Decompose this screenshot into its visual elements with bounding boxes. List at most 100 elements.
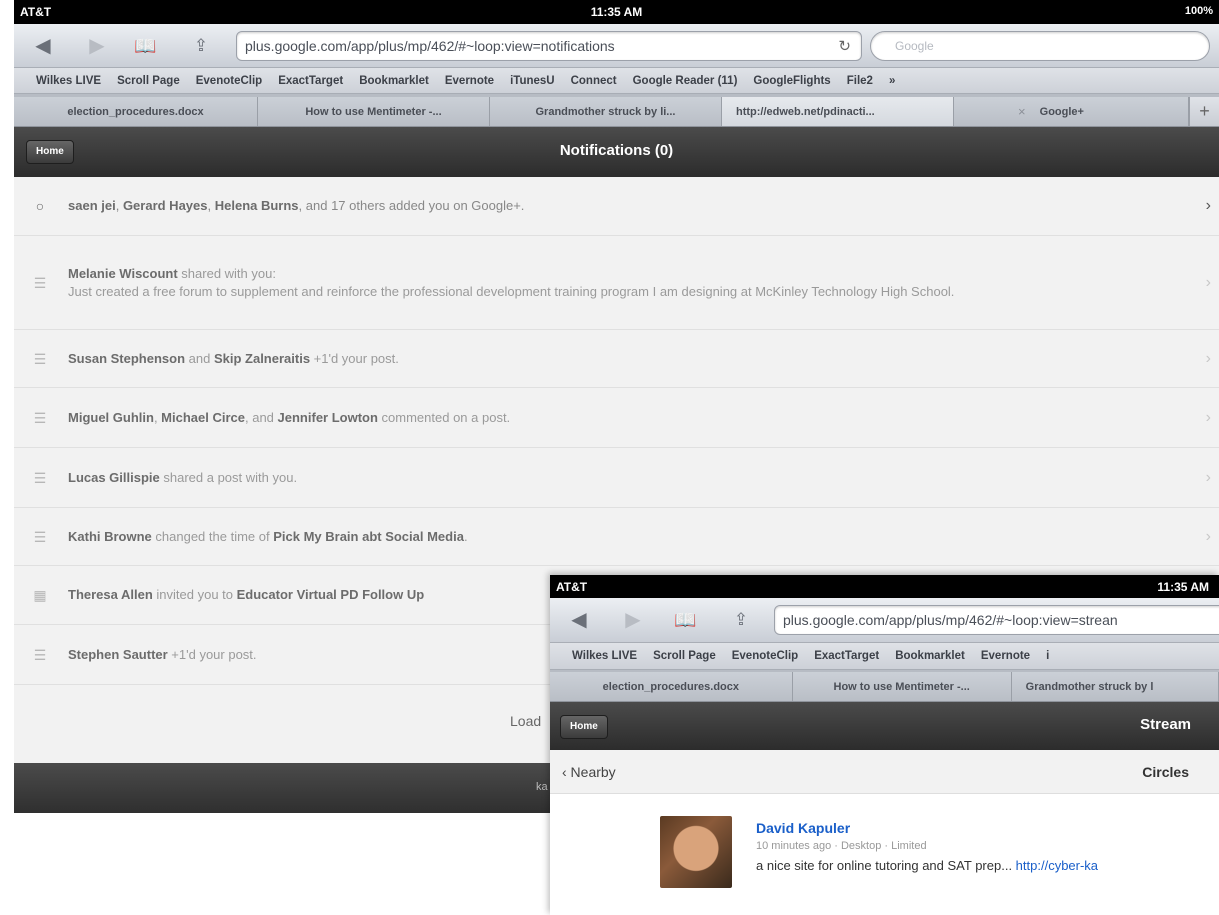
- bookmark-item[interactable]: i: [1038, 650, 1057, 662]
- tab-google-plus[interactable]: × Google+: [954, 97, 1189, 126]
- search-field[interactable]: Google: [870, 31, 1210, 61]
- clock: 11:35 AM: [590, 5, 643, 19]
- reload-icon[interactable]: ↻: [838, 37, 851, 55]
- notification-item[interactable]: ○ saen jei, Gerard Hayes, Helena Burns, …: [14, 177, 1219, 236]
- post-meta: 10 minutes ago · Desktop · Limited: [756, 840, 927, 852]
- tab-election-procedures[interactable]: election_procedures.docx: [14, 97, 258, 126]
- nearby-link[interactable]: ‹ Nearby: [562, 764, 616, 780]
- bookmark-item[interactable]: Bookmarklet: [351, 75, 437, 87]
- notification-text: saen jei, Gerard Hayes, Helena Burns, an…: [68, 198, 525, 213]
- bookmark-item[interactable]: iTunesU: [502, 75, 563, 87]
- tab-label: Grandmother struck by li...: [535, 105, 676, 118]
- bookmark-item[interactable]: Wilkes LIVE: [14, 75, 109, 87]
- bookmark-item[interactable]: Evernote: [973, 650, 1038, 662]
- bookmark-item[interactable]: Google Reader (11): [625, 75, 746, 87]
- bookmark-item[interactable]: Connect: [563, 75, 625, 87]
- carrier-label: AT&T: [556, 580, 588, 594]
- notification-text: Kathi Browne changed the time of Pick My…: [68, 528, 468, 544]
- new-tab-icon[interactable]: +: [1189, 97, 1219, 126]
- list-icon: ☰: [33, 274, 47, 291]
- bookmark-item[interactable]: File2: [839, 75, 881, 87]
- bookmarks-book-icon[interactable]: 📖: [134, 35, 156, 57]
- search-placeholder: Google: [895, 39, 934, 53]
- forward-arrow-icon[interactable]: ▶: [622, 609, 644, 631]
- status-bar: AT&T 11:35 AM: [550, 575, 1219, 598]
- tab-mentimeter[interactable]: How to use Mentimeter -...: [258, 97, 490, 126]
- back-arrow-icon[interactable]: ◀: [32, 35, 54, 57]
- chevron-right-icon: ›: [1205, 273, 1211, 291]
- tab-label: Google+: [1039, 105, 1084, 118]
- tab-grandmother[interactable]: Grandmother struck by l: [1011, 672, 1219, 701]
- app-header: Home Stream: [550, 702, 1219, 750]
- tab-label: How to use Mentimeter -...: [833, 680, 970, 693]
- bookmarks-bar: Wilkes LIVE Scroll Page EvenoteClip Exac…: [14, 68, 1219, 94]
- footer-text: ka: [536, 781, 548, 793]
- status-bar: AT&T 11:35 AM 100%: [14, 0, 1219, 24]
- chevron-right-icon: ›: [1205, 197, 1211, 214]
- bookmark-item[interactable]: Evernote: [437, 75, 502, 87]
- bookmark-item[interactable]: Scroll Page: [109, 75, 188, 87]
- circle-icon: ○: [35, 198, 45, 214]
- circles-link[interactable]: Circles: [1142, 764, 1189, 780]
- battery-indicator: 100%: [1184, 5, 1213, 17]
- url-field[interactable]: plus.google.com/app/plus/mp/462/#~loop:v…: [236, 31, 862, 61]
- url-text: plus.google.com/app/plus/mp/462/#~loop:v…: [245, 38, 615, 54]
- list-icon: ☰: [33, 528, 47, 545]
- notification-item[interactable]: ☰ Miguel Guhlin, Michael Circe, and Jenn…: [14, 388, 1219, 448]
- tab-strip: election_procedures.docx How to use Ment…: [550, 670, 1219, 702]
- back-arrow-icon[interactable]: ◀: [568, 609, 590, 631]
- tab-label: http://edweb.net/pdinacti...: [736, 105, 875, 118]
- post-author-link[interactable]: David Kapuler: [756, 820, 850, 836]
- list-icon: ☰: [33, 469, 47, 486]
- list-icon: ☰: [33, 409, 47, 426]
- notification-text: Lucas Gillispie shared a post with you.: [68, 469, 298, 485]
- notification-item[interactable]: ☰ Melanie Wiscount shared with you: Just …: [14, 236, 1219, 330]
- notification-item[interactable]: ☰ Susan Stephenson and Skip Zalneraitis …: [14, 330, 1219, 388]
- bookmark-item[interactable]: ExactTarget: [270, 75, 351, 87]
- post-body: a nice site for online tutoring and SAT …: [756, 858, 1099, 873]
- tab-election-procedures[interactable]: election_procedures.docx: [550, 672, 793, 701]
- forward-arrow-icon[interactable]: ▶: [86, 35, 108, 57]
- url-field[interactable]: plus.google.com/app/plus/mp/462/#~loop:v…: [774, 605, 1219, 635]
- bookmark-item[interactable]: ExactTarget: [806, 650, 887, 662]
- tab-grandmother[interactable]: Grandmother struck by li...: [490, 97, 722, 126]
- notification-text: Miguel Guhlin, Michael Circe, and Jennif…: [68, 409, 511, 425]
- chevron-right-icon: ›: [1205, 527, 1211, 545]
- app-header: Home Notifications (0): [14, 127, 1219, 177]
- bookmarks-book-icon[interactable]: 📖: [674, 609, 696, 631]
- bookmark-item[interactable]: EvenoteClip: [188, 75, 270, 87]
- tab-close-icon[interactable]: ×: [1018, 104, 1026, 119]
- tab-label: election_procedures.docx: [67, 105, 204, 118]
- notification-item[interactable]: ☰ Lucas Gillispie shared a post with you…: [14, 448, 1219, 508]
- load-more-label: Load: [510, 713, 542, 729]
- chevron-right-icon: ›: [1205, 468, 1211, 486]
- bookmark-item[interactable]: Bookmarklet: [887, 650, 973, 662]
- post-link[interactable]: http://cyber-ka: [1016, 858, 1098, 873]
- notification-text: Melanie Wiscount shared with you: Just cr…: [68, 265, 955, 299]
- bookmark-item[interactable]: EvenoteClip: [724, 650, 806, 662]
- page-title: Stream: [1140, 716, 1191, 733]
- tab-label: How to use Mentimeter -...: [305, 105, 442, 118]
- bookmarks-bar: Wilkes LIVE Scroll Page EvenoteClip Exac…: [550, 643, 1219, 670]
- notification-text: Susan Stephenson and Skip Zalneraitis +1…: [68, 350, 399, 366]
- avatar[interactable]: [660, 816, 732, 888]
- url-text: plus.google.com/app/plus/mp/462/#~loop:v…: [783, 612, 1118, 628]
- stream-screenshot-overlay: AT&T 11:35 AM ◀ ▶ 📖 ⇪ plus.google.com/ap…: [550, 575, 1219, 915]
- share-icon[interactable]: ⇪: [730, 609, 752, 631]
- bookmark-item[interactable]: Scroll Page: [645, 650, 724, 662]
- notification-item[interactable]: ☰ Kathi Browne changed the time of Pick …: [14, 508, 1219, 566]
- bookmark-item[interactable]: GoogleFlights: [745, 75, 838, 87]
- tab-edweb[interactable]: http://edweb.net/pdinacti...: [722, 97, 954, 126]
- tab-mentimeter[interactable]: How to use Mentimeter -...: [792, 672, 1012, 701]
- browser-toolbar: ◀ ▶ 📖 ⇪ plus.google.com/app/plus/mp/462/…: [14, 24, 1219, 68]
- home-button[interactable]: Home: [560, 715, 608, 739]
- tab-label: Grandmother struck by l: [1025, 680, 1154, 693]
- chevron-right-icon: ›: [1205, 349, 1211, 367]
- bookmarks-overflow-icon[interactable]: »: [881, 75, 903, 87]
- tab-strip: election_procedures.docx How to use Ment…: [14, 94, 1219, 127]
- notification-text: Stephen Sautter +1'd your post.: [68, 646, 257, 662]
- clock: 11:35 AM: [1157, 580, 1209, 594]
- bookmark-item[interactable]: Wilkes LIVE: [550, 650, 645, 662]
- calendar-icon: ▦: [33, 587, 47, 603]
- share-icon[interactable]: ⇪: [190, 35, 212, 57]
